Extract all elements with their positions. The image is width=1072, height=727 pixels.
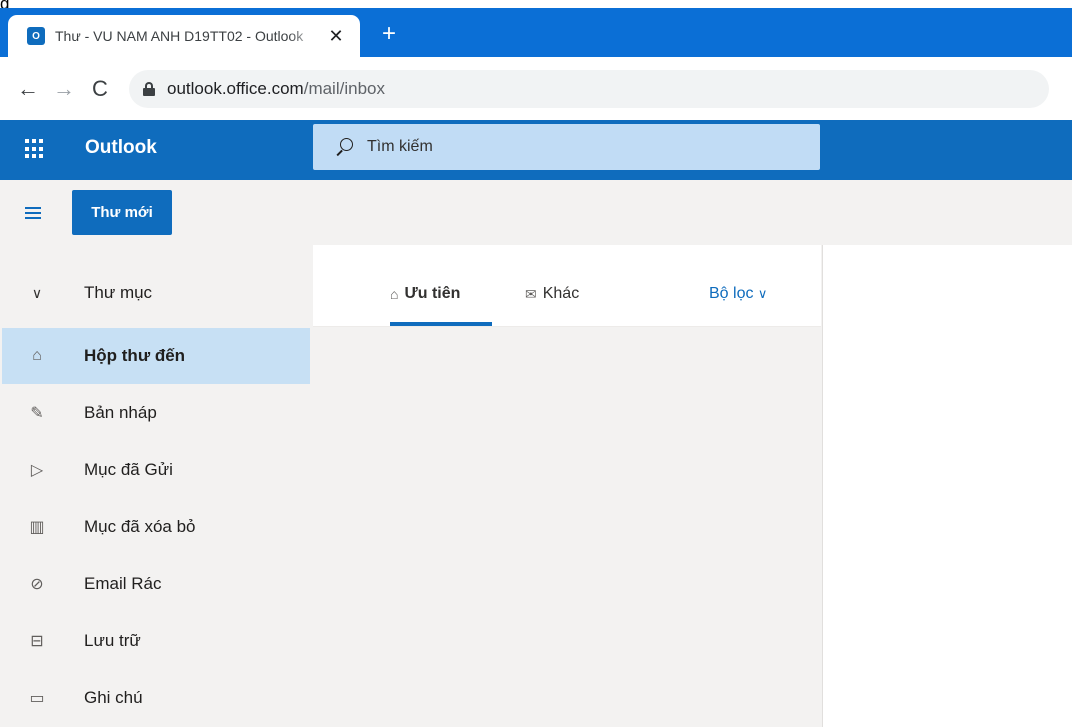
- reload-icon[interactable]: C: [85, 76, 115, 102]
- sidebar-item-drafts[interactable]: ✎ Bản nháp: [2, 385, 310, 441]
- inbox-icon: ⌂: [32, 347, 42, 364]
- filter-label: Bộ lọc: [709, 285, 754, 302]
- browser-tab[interactable]: O Thư - VU NAM ANH D19TT02 - Outlook ✕: [8, 15, 360, 57]
- sidebar-item-notes[interactable]: ▭ Ghi chú: [2, 670, 310, 726]
- send-icon: ▷: [30, 462, 44, 479]
- note-icon: ▭: [29, 690, 45, 707]
- search-icon: [335, 138, 353, 157]
- forward-arrow-icon[interactable]: →: [49, 76, 79, 102]
- chevron-down-icon[interactable]: ∨: [26, 285, 48, 302]
- app-header: Outlook Tìm kiếm: [0, 120, 1072, 180]
- block-icon: ⊘: [30, 576, 44, 593]
- mail-icon: ✉: [525, 285, 537, 302]
- archive-icon: ⊟: [30, 633, 44, 650]
- search-box[interactable]: Tìm kiếm: [313, 124, 820, 170]
- folders-header[interactable]: ∨ Thư mục: [2, 265, 310, 321]
- chevron-down-icon: ∨: [757, 286, 768, 301]
- message-list: ⌂ Ưu tiên ✉ Khác Bộ lọc ∨: [313, 245, 822, 727]
- sidebar-item-sent[interactable]: ▷ Mục đã Gửi: [2, 442, 310, 498]
- browser-tab-bar: O Thư - VU NAM ANH D19TT02 - Outlook ✕ +: [0, 8, 1072, 57]
- app-launcher-icon[interactable]: [25, 139, 45, 159]
- outlook-favicon-icon: O: [27, 27, 45, 45]
- sidebar-item-archive[interactable]: ⊟ Lưu trữ: [2, 613, 310, 669]
- hamburger-menu-icon[interactable]: [25, 207, 41, 219]
- filter-button[interactable]: Bộ lọc ∨: [709, 285, 767, 303]
- sidebar-item-junk[interactable]: ⊘ Email Rác: [2, 556, 310, 612]
- url-host: outlook.office.com: [167, 78, 304, 98]
- new-tab-button[interactable]: +: [382, 20, 396, 48]
- url-text[interactable]: outlook.office.com/mail/inbox: [167, 79, 385, 99]
- url-path: /mail/inbox: [303, 78, 385, 98]
- back-arrow-icon[interactable]: ←: [13, 76, 43, 102]
- command-bar: Thư mới: [0, 180, 1072, 245]
- sidebar-item-label: Mục đã Gửi: [84, 460, 173, 479]
- trash-icon: ▥: [29, 519, 45, 536]
- tab-focused[interactable]: ⌂ Ưu tiên: [390, 285, 460, 303]
- sidebar-item-label: Lưu trữ: [84, 631, 141, 650]
- tab-other-label: Khác: [542, 285, 580, 302]
- sidebar-item-inbox[interactable]: ⌂ Hộp thư đến: [2, 328, 310, 384]
- focused-inbox-icon: ⌂: [390, 286, 399, 302]
- tab-other[interactable]: ✉ Khác: [525, 285, 579, 303]
- tab-title: Thư - VU NAM ANH D19TT02 - Outlook: [55, 28, 304, 44]
- top-strip: [0, 0, 1072, 8]
- sidebar-item-label: Ghi chú: [84, 688, 143, 707]
- sidebar-item-label: Mục đã xóa bỏ: [84, 517, 196, 536]
- url-field[interactable]: outlook.office.com/mail/inbox: [129, 69, 1049, 108]
- folder-pane: ∨ Thư mục ⌂ Hộp thư đến ✎ Bản nháp ▷ Mục…: [0, 245, 313, 727]
- message-list-header: ⌂ Ưu tiên ✉ Khác Bộ lọc ∨: [313, 245, 821, 327]
- sidebar-item-label: Email Rác: [84, 574, 162, 593]
- pencil-icon: ✎: [30, 405, 44, 422]
- app-title[interactable]: Outlook: [85, 137, 157, 159]
- close-icon[interactable]: ✕: [326, 26, 346, 47]
- new-mail-button[interactable]: Thư mới: [72, 190, 172, 235]
- folders-header-label: Thư mục: [84, 283, 153, 302]
- search-input[interactable]: Tìm kiếm: [367, 138, 433, 156]
- sidebar-item-label: Bản nháp: [84, 403, 157, 422]
- tab-focused-label: Ưu tiên: [404, 285, 461, 302]
- sidebar-item-label: Hộp thư đến: [84, 346, 186, 365]
- reading-pane: [822, 245, 1072, 727]
- address-bar: ← → C outlook.office.com/mail/inbox: [0, 57, 1072, 120]
- active-tab-indicator: [390, 322, 492, 326]
- sidebar-item-deleted[interactable]: ▥ Mục đã xóa bỏ: [2, 499, 310, 555]
- lock-icon: [143, 81, 155, 96]
